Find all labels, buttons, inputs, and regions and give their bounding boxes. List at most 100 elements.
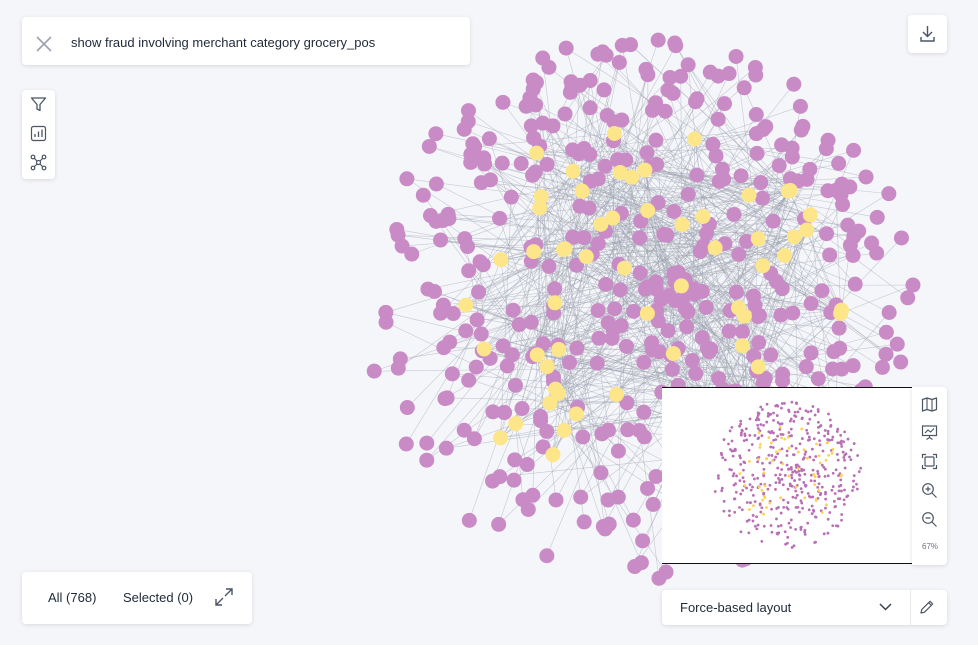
graph-node[interactable] — [751, 335, 767, 351]
graph-node[interactable] — [439, 209, 455, 225]
graph-node[interactable] — [648, 281, 664, 297]
graph-node[interactable] — [803, 345, 819, 361]
graph-node[interactable] — [399, 171, 415, 187]
graph-node-highlighted[interactable] — [639, 305, 655, 321]
graph-node-highlighted[interactable] — [493, 430, 509, 446]
graph-node[interactable] — [378, 314, 394, 330]
download-button[interactable] — [908, 15, 947, 53]
graph-network-icon[interactable] — [30, 154, 47, 171]
graph-node[interactable] — [469, 312, 485, 328]
graph-node[interactable] — [878, 346, 894, 362]
graph-node[interactable] — [638, 61, 654, 77]
graph-node[interactable] — [659, 227, 675, 243]
graph-node[interactable] — [774, 281, 790, 297]
graph-node[interactable] — [786, 76, 802, 92]
graph-node[interactable] — [613, 318, 629, 334]
graph-node[interactable] — [481, 131, 497, 147]
graph-node-highlighted[interactable] — [545, 447, 561, 463]
graph-node[interactable] — [851, 223, 867, 239]
graph-node[interactable] — [476, 150, 492, 166]
graph-node[interactable] — [461, 512, 477, 528]
graph-node[interactable] — [734, 324, 750, 340]
graph-node[interactable] — [818, 141, 834, 157]
graph-node-highlighted[interactable] — [640, 203, 656, 219]
filter-icon[interactable] — [30, 96, 47, 113]
chevron-down-icon[interactable] — [878, 602, 893, 612]
graph-node[interactable] — [547, 281, 563, 297]
graph-node-highlighted[interactable] — [593, 216, 609, 232]
graph-node[interactable] — [426, 284, 442, 300]
graph-node[interactable] — [905, 277, 921, 293]
graph-node[interactable] — [428, 176, 444, 192]
graph-node[interactable] — [504, 347, 520, 363]
graph-node[interactable] — [680, 186, 696, 202]
graph-node[interactable] — [632, 265, 648, 281]
graph-node[interactable] — [525, 167, 541, 183]
graph-node-highlighted[interactable] — [707, 240, 723, 256]
graph-node-highlighted[interactable] — [508, 416, 524, 432]
graph-node[interactable] — [491, 516, 507, 532]
graph-node-highlighted[interactable] — [695, 209, 711, 225]
graph-node-highlighted[interactable] — [551, 342, 567, 358]
graph-node[interactable] — [569, 340, 585, 356]
graph-node[interactable] — [845, 358, 861, 374]
graph-node-highlighted[interactable] — [529, 347, 545, 363]
graph-node[interactable] — [518, 98, 534, 114]
graph-node[interactable] — [639, 145, 655, 161]
graph-node[interactable] — [632, 230, 648, 246]
graph-node[interactable] — [644, 342, 660, 358]
graph-node[interactable] — [858, 169, 874, 185]
graph-node[interactable] — [784, 149, 800, 165]
graph-node[interactable] — [610, 152, 626, 168]
graph-node[interactable] — [731, 246, 747, 262]
graph-node[interactable] — [733, 168, 749, 184]
graph-node[interactable] — [728, 284, 744, 300]
query-text[interactable]: show fraud involving merchant category g… — [71, 35, 375, 50]
graph-node[interactable] — [650, 32, 666, 48]
graph-node[interactable] — [511, 317, 527, 333]
graph-node[interactable] — [525, 487, 541, 503]
graph-node[interactable] — [366, 363, 382, 379]
graph-node[interactable] — [878, 324, 894, 340]
graph-node[interactable] — [721, 66, 737, 82]
graph-node-highlighted[interactable] — [539, 359, 555, 375]
graph-node[interactable] — [640, 480, 656, 496]
graph-node[interactable] — [573, 489, 589, 505]
graph-node[interactable] — [889, 336, 905, 352]
graph-node-highlighted[interactable] — [578, 249, 594, 265]
graph-node-highlighted[interactable] — [574, 183, 590, 199]
graph-node[interactable] — [466, 431, 482, 447]
graph-node[interactable] — [433, 232, 449, 248]
graph-node[interactable] — [463, 146, 479, 162]
graph-node-highlighted[interactable] — [833, 305, 849, 321]
graph-node[interactable] — [611, 54, 627, 70]
graph-node[interactable] — [421, 138, 437, 154]
graph-node-highlighted[interactable] — [734, 338, 750, 354]
graph-node[interactable] — [771, 158, 787, 174]
fit-screen-icon[interactable] — [921, 453, 938, 470]
graph-node[interactable] — [636, 404, 652, 420]
graph-node-highlighted[interactable] — [568, 406, 584, 422]
graph-node-highlighted[interactable] — [786, 229, 802, 245]
graph-node[interactable] — [468, 359, 484, 375]
graph-node[interactable] — [626, 303, 642, 319]
graph-node-highlighted[interactable] — [736, 308, 752, 324]
zoom-out-icon[interactable] — [921, 511, 938, 528]
graph-node[interactable] — [792, 98, 808, 114]
graph-node[interactable] — [748, 126, 764, 142]
graph-node-highlighted[interactable] — [802, 207, 818, 223]
graph-node-highlighted[interactable] — [637, 162, 653, 178]
graph-node-highlighted[interactable] — [673, 278, 689, 294]
graph-node[interactable] — [810, 371, 826, 387]
graph-node-highlighted[interactable] — [665, 346, 681, 362]
graph-node[interactable] — [525, 81, 541, 97]
graph-node[interactable] — [665, 85, 681, 101]
graph-node[interactable] — [473, 326, 489, 342]
graph-node[interactable] — [495, 94, 511, 110]
graph-node[interactable] — [680, 304, 696, 320]
graph-node[interactable] — [535, 115, 551, 131]
graph-node[interactable] — [607, 301, 623, 317]
graph-node[interactable] — [635, 533, 651, 549]
selected-count-tab[interactable]: Selected (0) — [123, 590, 193, 605]
expand-button[interactable] — [214, 587, 234, 607]
